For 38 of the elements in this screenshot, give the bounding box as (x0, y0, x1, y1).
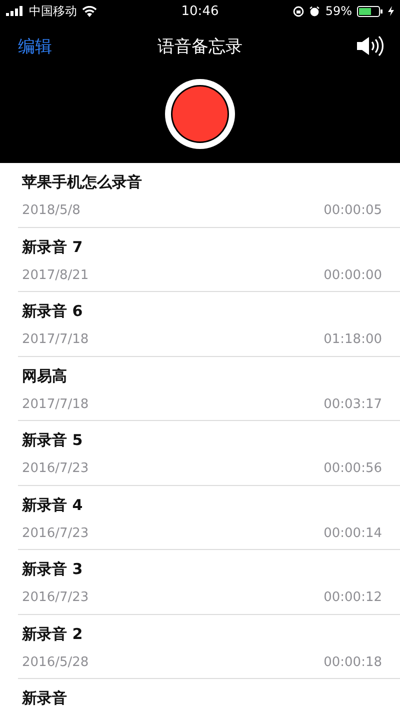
recording-title[interactable]: 新录音 7 (22, 238, 382, 260)
speaker-icon[interactable] (356, 35, 384, 57)
wifi-icon (82, 6, 97, 16)
recording-title[interactable]: 新录音 6 (22, 302, 382, 324)
recording-duration: 00:00:18 (324, 654, 382, 670)
recording-duration: 01:18:00 (324, 332, 382, 347)
recording-date: 2017/7/18 (22, 396, 89, 412)
recording-duration: 00:00:56 (324, 461, 382, 476)
nav-title: 语音备忘录 (158, 36, 242, 58)
recording-title[interactable]: 网易高 (22, 366, 382, 388)
charging-icon (388, 6, 394, 16)
recording-title[interactable]: 新录音 5 (22, 431, 382, 453)
recording-date: 2016/7/23 (22, 461, 89, 476)
recording-date: 2018/5/8 (22, 203, 80, 218)
recording-date: 2016/5/28 (22, 654, 89, 670)
recording-duration: 00:03:17 (324, 396, 382, 412)
alarm-icon (309, 6, 320, 16)
recording-date: 2016/7/23 (22, 526, 89, 540)
recording-title[interactable]: 苹果手机怎么录音 (22, 173, 382, 195)
recording-title[interactable]: 新录音 (22, 689, 382, 711)
battery-percent: 59% (325, 4, 352, 18)
recording-title[interactable]: 新录音 2 (22, 624, 382, 646)
recording-duration: 00:00:14 (324, 526, 382, 540)
recording-duration: 00:00:00 (324, 268, 382, 282)
recording-date: 2017/7/18 (22, 332, 89, 347)
edit-button[interactable]: 编辑 (18, 34, 52, 58)
recording-date: 2017/8/21 (22, 268, 89, 282)
status-time: 10:46 (181, 4, 219, 18)
recording-duration: 00:00:05 (324, 203, 382, 218)
battery-icon (357, 6, 383, 16)
signal-icon (6, 6, 24, 16)
record-button[interactable] (164, 78, 236, 150)
recording-title[interactable]: 新录音 4 (22, 496, 382, 518)
recording-duration: 00:00:12 (324, 590, 382, 605)
rotation-lock-icon (293, 6, 304, 16)
recording-title[interactable]: 新录音 3 (22, 560, 382, 582)
carrier-name: 中国移动 (29, 2, 77, 20)
recording-date: 2016/7/23 (22, 590, 89, 605)
